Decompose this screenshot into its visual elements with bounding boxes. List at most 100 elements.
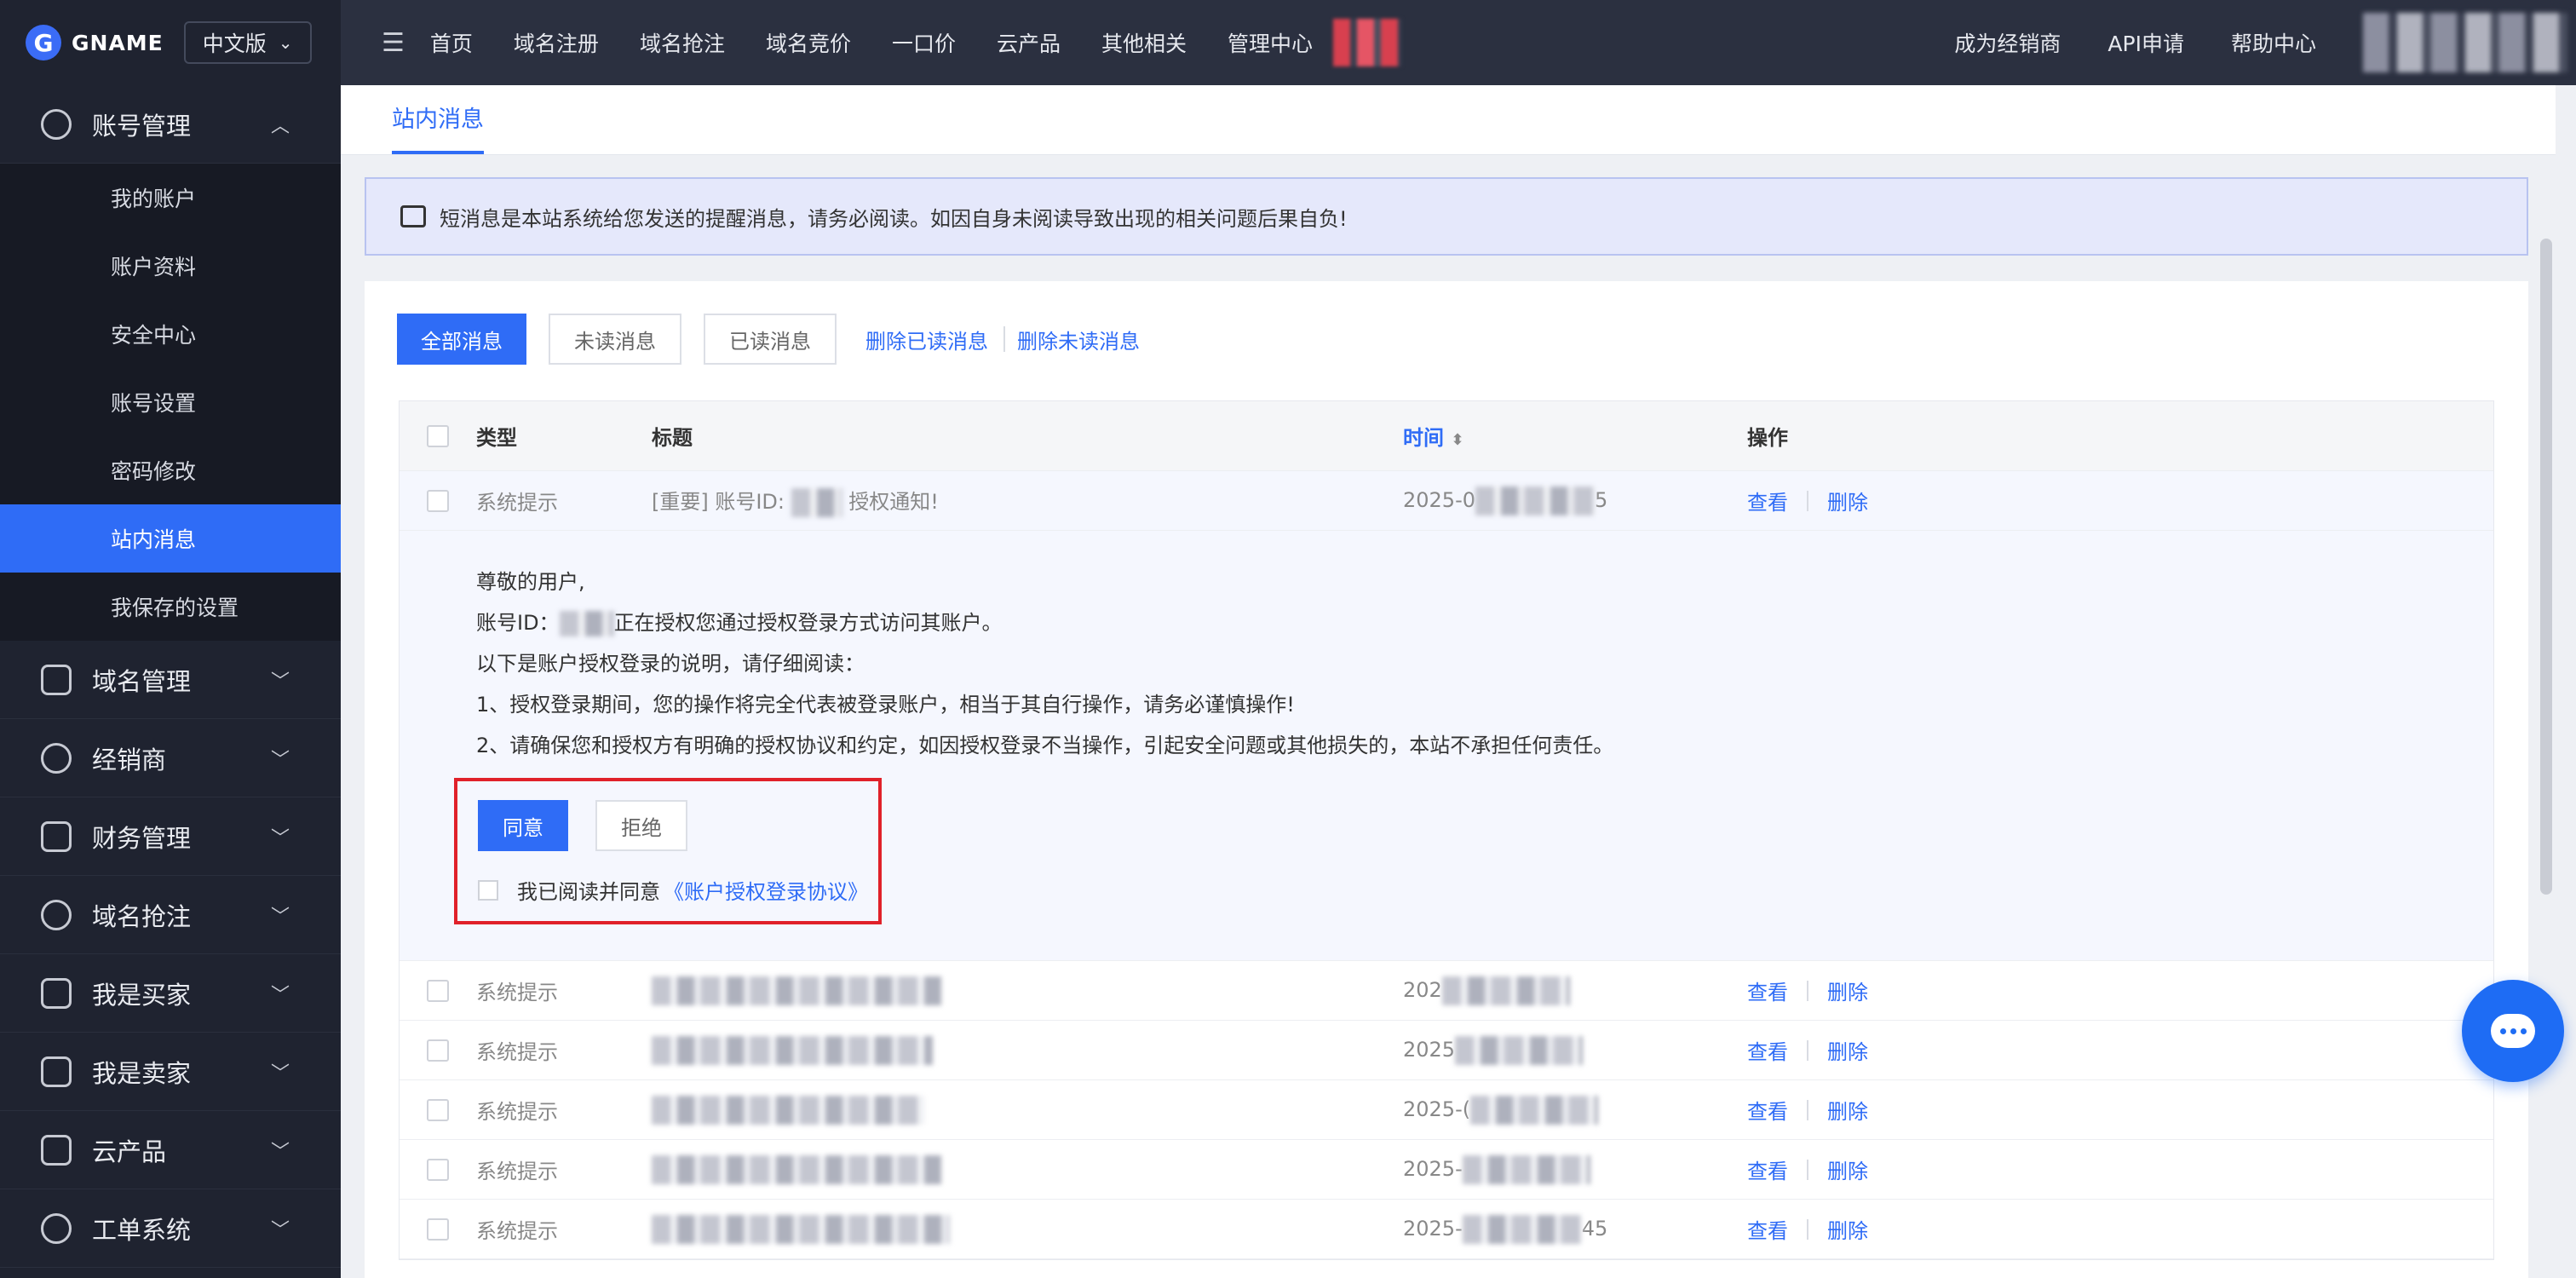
redacted-time — [1470, 1095, 1599, 1125]
view-link[interactable]: 查看 — [1747, 486, 1788, 515]
row-checkbox[interactable] — [427, 1039, 449, 1062]
table-row[interactable]: 系统提示 [重要] 账号ID: 授权通知! 2025-0 5 查看 删除 — [400, 471, 2493, 531]
menu-toggle-icon[interactable]: ☰ — [382, 28, 405, 58]
agreement-link[interactable]: 《账户授权登录协议》 — [664, 875, 868, 905]
row-checkbox[interactable] — [427, 1158, 449, 1181]
notice-banner: 短消息是本站系统给您发送的提醒消息，请务必阅读。如因自身未阅读导致出现的相关问题… — [365, 177, 2528, 256]
message-detail: 尊敬的用户, 账号ID： 正在授权您通过授权登录方式访问其账户。 以下是账户授权登… — [400, 531, 2493, 961]
select-all-checkbox[interactable] — [427, 424, 449, 447]
table-header: 类型 标题 时间 ⬍ 操作 — [400, 401, 2493, 471]
row-title — [652, 1154, 941, 1184]
table-row[interactable]: 系统提示 2025- 查看 删除 — [400, 1140, 2493, 1200]
page-scrollbar[interactable] — [2540, 239, 2552, 895]
sidebar-group-buyer[interactable]: 我是买家 ﹀ — [0, 954, 341, 1033]
row-time-text: 2025- — [1403, 1216, 1463, 1241]
sidebar-item-label: 安全中心 — [111, 323, 197, 348]
row-time-text: 2025-0 — [1403, 487, 1476, 512]
language-select[interactable]: 中文版 ⌄ — [183, 21, 312, 64]
delete-link[interactable]: 删除 — [1827, 976, 1868, 1005]
row-title — [652, 1214, 950, 1244]
finance-icon — [41, 820, 72, 852]
topnav-help-center[interactable]: 帮助中心 — [2231, 27, 2316, 58]
detail-line2: 以下是账户授权登录的说明，请仔细阅读： — [476, 652, 865, 676]
row-actions: 查看 删除 — [1747, 486, 1868, 515]
topnav-become-dealer[interactable]: 成为经销商 — [1954, 27, 2061, 58]
topnav-api-apply[interactable]: API申请 — [2107, 27, 2184, 58]
view-link[interactable]: 查看 — [1747, 976, 1788, 1005]
redacted-title — [652, 1035, 933, 1065]
delete-link[interactable]: 删除 — [1827, 1035, 1868, 1065]
row-type: 系统提示 — [476, 1100, 558, 1124]
topnav-domain-auction[interactable]: 域名竞价 — [766, 27, 851, 58]
delete-link[interactable]: 删除 — [1827, 486, 1868, 515]
filter-unread-button[interactable]: 未读消息 — [549, 314, 681, 365]
row-type: 系统提示 — [476, 981, 558, 1005]
view-link[interactable]: 查看 — [1747, 1095, 1788, 1125]
sidebar-item-account-profile[interactable]: 账户资料 — [0, 232, 341, 300]
sidebar-item-messages[interactable]: 站内消息 — [0, 504, 341, 573]
topnav-domain-register[interactable]: 域名注册 — [514, 27, 599, 58]
table-row[interactable]: 系统提示 2025 查看 删除 — [400, 1021, 2493, 1080]
delete-link[interactable]: 删除 — [1827, 1095, 1868, 1125]
table-row[interactable]: 系统提示 2025-( 查看 删除 — [400, 1080, 2493, 1140]
agreement-label: 我已阅读并同意 — [517, 880, 660, 904]
redacted-title — [652, 1095, 924, 1125]
view-link[interactable]: 查看 — [1747, 1035, 1788, 1065]
sidebar-item-security-center[interactable]: 安全中心 — [0, 300, 341, 368]
tab-messages[interactable]: 站内消息 — [392, 101, 484, 154]
agree-button[interactable]: 同意 — [478, 800, 568, 851]
sidebar-group-backorder[interactable]: 域名抢注 ﹀ — [0, 876, 341, 954]
reject-button[interactable]: 拒绝 — [595, 800, 687, 851]
user-icon — [41, 108, 72, 140]
sidebar-group-domains[interactable]: 域名管理 ﹀ — [0, 641, 341, 719]
top-navbar: ☰ 首页 域名注册 域名抢注 域名竞价 一口价 云产品 其他相关 管理中心 成为… — [341, 0, 2576, 85]
topnav-cloud[interactable]: 云产品 — [997, 27, 1061, 58]
topnav-buy-now[interactable]: 一口价 — [892, 27, 956, 58]
topnav-other[interactable]: 其他相关 — [1101, 27, 1187, 58]
sidebar-group-dealer[interactable]: 经销商 ﹀ — [0, 719, 341, 797]
delete-link[interactable]: 删除 — [1827, 1154, 1868, 1184]
sidebar-item-account-settings[interactable]: 账号设置 — [0, 368, 341, 436]
sort-icon: ⬍ — [1451, 431, 1464, 449]
table-row[interactable]: 系统提示 202 查看 删除 — [400, 961, 2493, 1021]
redacted-time — [1441, 976, 1570, 1005]
sidebar-group-seller[interactable]: 我是卖家 ﹀ — [0, 1033, 341, 1111]
user-avatar[interactable] — [2363, 13, 2567, 72]
main-content: 站内消息 短消息是本站系统给您发送的提醒消息，请务必阅读。如因自身未阅读导致出现… — [341, 85, 2556, 1278]
filter-read-button[interactable]: 已读消息 — [704, 314, 837, 365]
topnav-management[interactable]: 管理中心 — [1228, 27, 1313, 58]
row-checkbox[interactable] — [427, 1098, 449, 1121]
view-link[interactable]: 查看 — [1747, 1154, 1788, 1184]
sidebar-item-password[interactable]: 密码修改 — [0, 436, 341, 504]
agreement-checkbox[interactable] — [478, 879, 498, 901]
delete-read-link[interactable]: 删除已读消息 — [865, 325, 988, 354]
delete-link[interactable]: 删除 — [1827, 1214, 1868, 1244]
view-link[interactable]: 查看 — [1747, 1214, 1788, 1244]
sidebar-group-finance[interactable]: 财务管理 ﹀ — [0, 797, 341, 876]
sidebar-item-my-account[interactable]: 我的账户 — [0, 164, 341, 232]
sidebar-group-tickets[interactable]: 工单系统 ﹀ — [0, 1189, 341, 1268]
topnav-home[interactable]: 首页 — [430, 27, 473, 58]
row-checkbox[interactable] — [427, 1218, 449, 1241]
row-time: 2025 — [1403, 1035, 1584, 1065]
topnav-domain-backorder[interactable]: 域名抢注 — [640, 27, 725, 58]
chat-support-button[interactable] — [2462, 980, 2564, 1082]
row-time-suffix: 5 — [1595, 487, 1608, 512]
sidebar-item-saved-settings[interactable]: 我保存的设置 — [0, 573, 341, 641]
row-time: 2025-( — [1403, 1095, 1599, 1125]
redacted-time — [1455, 1035, 1584, 1065]
delete-unread-link[interactable]: 删除未读消息 — [1017, 325, 1140, 354]
row-checkbox[interactable] — [427, 489, 449, 512]
row-checkbox[interactable] — [427, 979, 449, 1002]
filter-all-button[interactable]: 全部消息 — [397, 314, 526, 365]
gname-logo-icon[interactable]: G — [26, 25, 61, 60]
sidebar-group-cloud[interactable]: 云产品 ﹀ — [0, 1111, 341, 1189]
sidebar-group-account[interactable]: 账号管理 ︿ — [0, 85, 341, 164]
table-row[interactable]: 系统提示 2025- 45 查看 删除 — [400, 1200, 2493, 1259]
row-time: 2025- 45 — [1403, 1214, 1607, 1244]
header-time-sort[interactable]: 时间 ⬍ — [1403, 421, 1463, 451]
cart-icon — [41, 977, 72, 1009]
redacted-title — [652, 976, 941, 1005]
header-type: 类型 — [476, 426, 517, 450]
sidebar-group-label: 我是卖家 — [92, 1058, 192, 1088]
